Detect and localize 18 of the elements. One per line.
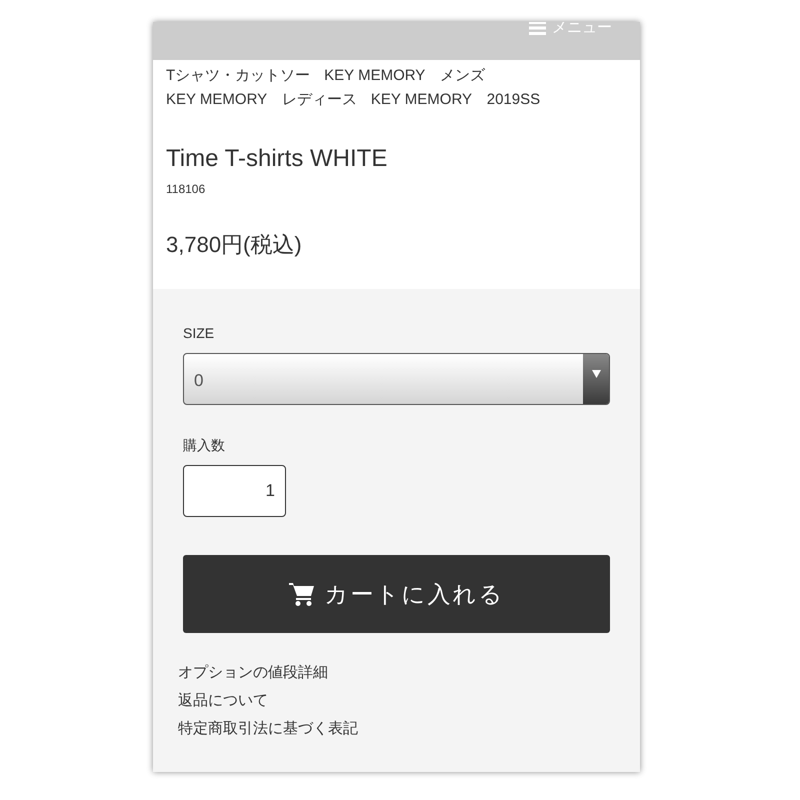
quantity-label: 購入数 xyxy=(183,436,226,455)
info-link[interactable]: 返品について xyxy=(178,686,610,715)
add-to-cart-button[interactable]: カートに入れる xyxy=(183,554,610,633)
size-label: SIZE xyxy=(183,324,216,343)
dropdown-arrow-icon xyxy=(592,370,600,378)
product-title: Time T-shirts WHITE xyxy=(166,145,388,174)
quantity-field[interactable]: 1 xyxy=(183,464,286,517)
info-link[interactable]: 特定商取引法に基づく表記 xyxy=(178,714,610,743)
category-link[interactable]: KEY MEMORY レディース xyxy=(166,88,357,112)
category-link[interactable]: KEY MEMORY 2019SS xyxy=(370,88,540,112)
product-code: 118106 xyxy=(166,180,206,198)
category-link[interactable]: Tシャツ・カットソー xyxy=(166,64,310,88)
price: 3,780円(税込) xyxy=(166,230,303,259)
cart-icon xyxy=(288,582,314,606)
info-link[interactable]: オプションの値段詳細 xyxy=(178,658,610,687)
size-select[interactable]: 0 xyxy=(183,352,610,405)
category-link[interactable]: KEY MEMORY メンズ xyxy=(324,64,486,88)
menu-icon xyxy=(529,22,546,34)
